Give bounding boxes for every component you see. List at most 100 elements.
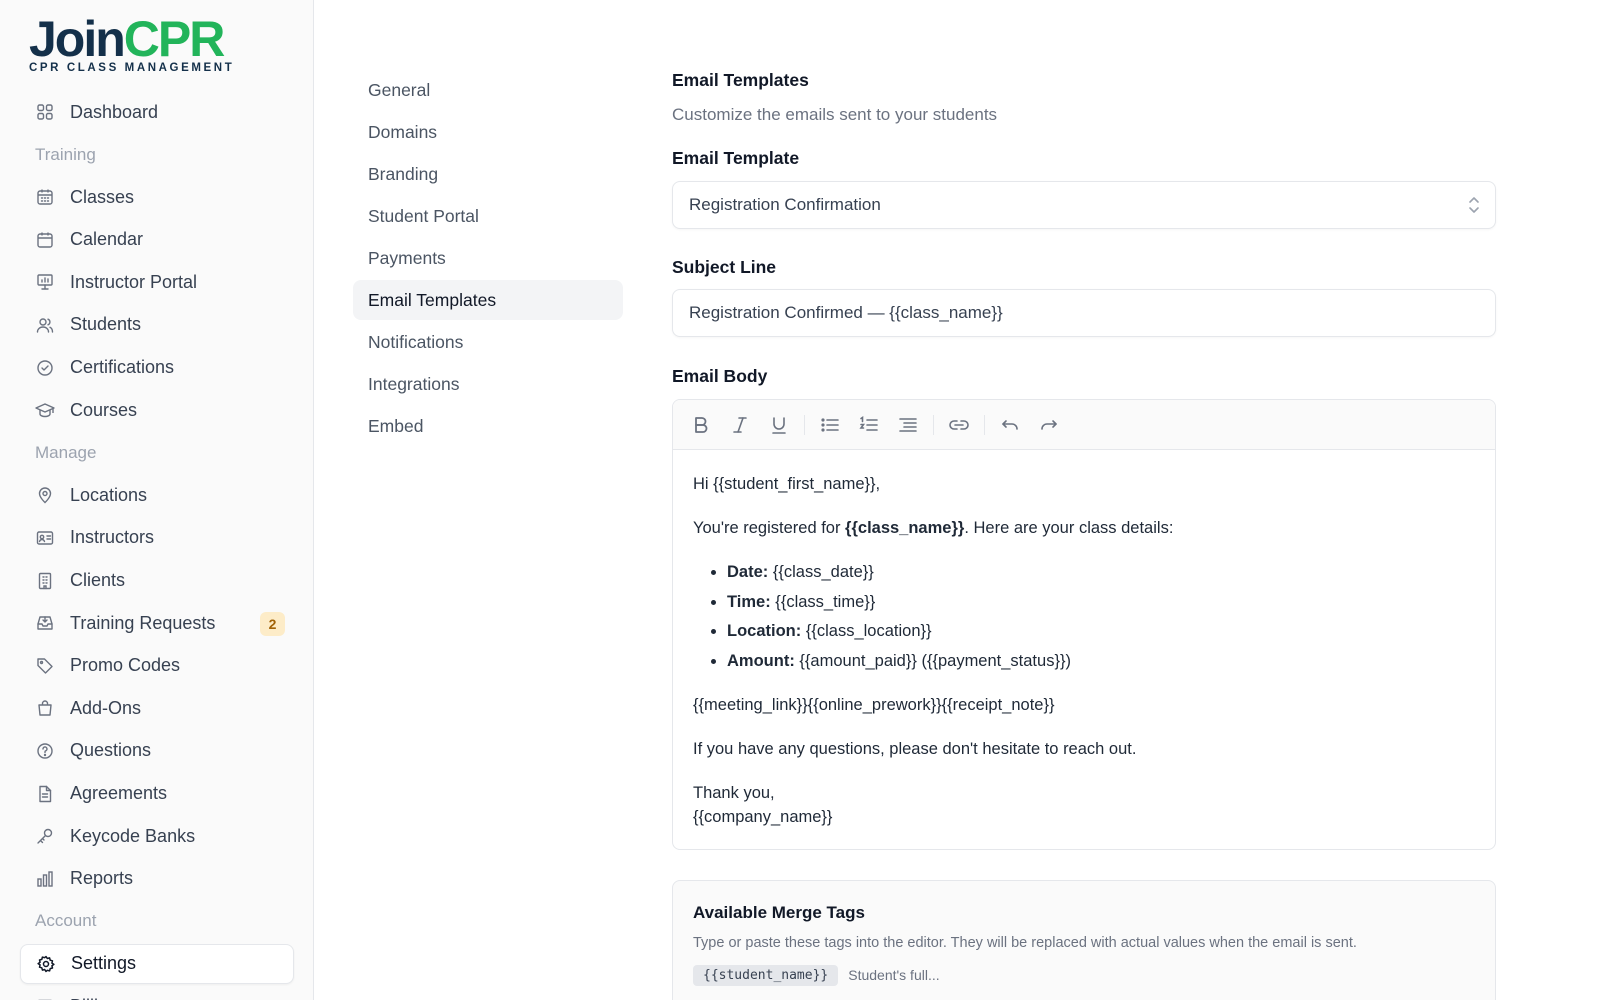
settings-tab-domains[interactable]: Domains	[353, 112, 623, 152]
nav-section-manage: Manage	[35, 442, 97, 462]
sidebar-item-courses[interactable]: Courses	[20, 390, 294, 430]
sidebar-item-label: Agreements	[70, 783, 168, 803]
email-template-value: Registration Confirmation	[689, 195, 881, 214]
sidebar-item-label: Settings	[71, 953, 137, 974]
help-circle-icon	[35, 741, 55, 761]
settings-nav: General Domains Branding Student Portal Paym…	[353, 70, 623, 448]
class-detail-item: Date: {{class_date}}	[727, 560, 1475, 584]
email-body-label: Email Body	[672, 366, 768, 386]
section-description: Customize the emails sent to your studen…	[672, 105, 998, 124]
editor-toolbar	[673, 400, 1495, 450]
sidebar-item-label: Locations	[70, 484, 148, 505]
underline-icon[interactable]	[765, 411, 793, 439]
map-pin-icon	[35, 485, 55, 505]
sidebar-item-calendar[interactable]: Calendar	[20, 220, 294, 260]
email-templates-panel: Email Templates Customize the emails sen…	[672, 70, 1496, 1000]
settings-tab-embed[interactable]: Embed	[353, 406, 623, 446]
settings-tab-general[interactable]: General	[353, 70, 623, 110]
sidebar-item-instructor-portal[interactable]: Instructor Portal	[20, 262, 294, 302]
building-icon	[35, 571, 55, 591]
id-card-icon	[35, 528, 55, 548]
email-intro: You're registered for {{class_name}}. He…	[693, 519, 1174, 537]
undo-icon[interactable]	[996, 411, 1024, 439]
sidebar-item-questions[interactable]: Questions	[20, 731, 294, 771]
sidebar-item-label: Classes	[70, 186, 135, 207]
grid-icon	[35, 102, 55, 122]
sidebar-item-add-ons[interactable]: Add-Ons	[20, 688, 294, 728]
bullet-list-icon[interactable]	[816, 411, 844, 439]
class-detail-item: Location: {{class_location}}	[727, 619, 1475, 643]
nav-section-account: Account	[35, 911, 97, 931]
merge-tags-panel: Available Merge Tags Type or paste these…	[672, 879, 1496, 1000]
sidebar-item-label: Calendar	[70, 229, 144, 250]
users-icon	[35, 315, 55, 335]
subject-line-label: Subject Line	[672, 257, 777, 277]
sidebar-item-label: Dashboard	[70, 101, 159, 122]
merge-tag-chip[interactable]: {{student_name}}	[693, 964, 839, 986]
bold-icon[interactable]	[687, 411, 715, 439]
sidebar-item-label: Add-Ons	[70, 697, 142, 718]
sidebar-item-settings[interactable]: Settings	[20, 943, 294, 984]
sidebar-item-keycode-banks[interactable]: Keycode Banks	[20, 816, 294, 856]
sidebar-item-label: Clients	[70, 570, 126, 591]
italic-icon[interactable]	[726, 411, 754, 439]
settings-tab-branding[interactable]: Branding	[353, 154, 623, 194]
calendar-grid-icon	[35, 187, 55, 207]
toolbar-divider	[933, 414, 934, 435]
subject-line-value: Registration Confirmed — {{class_name}}	[689, 303, 1003, 322]
email-body-content[interactable]: Hi {{student_first_name}}, You're regist…	[673, 450, 1495, 849]
sidebar-item-agreements[interactable]: Agreements	[20, 774, 294, 814]
merge-tags-title: Available Merge Tags	[693, 902, 865, 922]
class-detail-item: Time: {{class_time}}	[727, 590, 1475, 614]
key-icon	[35, 826, 55, 846]
graduation-cap-icon	[35, 400, 55, 420]
email-signoff: Thank you, {{company_name}}	[693, 783, 833, 826]
settings-tab-notifications[interactable]: Notifications	[353, 322, 623, 362]
email-template-select[interactable]: Registration Confirmation	[672, 181, 1496, 229]
logo-wordmark: JoinCPR	[29, 11, 225, 67]
sidebar-item-classes[interactable]: Classes	[20, 177, 294, 217]
main-nav: Dashboard Training Classes Calendar Instruct…	[20, 92, 294, 1000]
sidebar-item-label: Training Requests	[70, 612, 216, 633]
settings-tab-integrations[interactable]: Integrations	[353, 364, 623, 404]
settings-tab-student-portal[interactable]: Student Portal	[353, 196, 623, 236]
settings-tab-email-templates[interactable]: Email Templates	[353, 280, 623, 320]
calendar-icon	[35, 230, 55, 250]
sidebar-item-label: Certifications	[70, 357, 175, 378]
subject-line-input[interactable]: Registration Confirmed — {{class_name}}	[672, 289, 1496, 337]
merge-tag-row: {{student_name}} Student's full...	[693, 964, 1475, 986]
credit-card-icon	[35, 996, 55, 1000]
numbered-list-icon[interactable]	[855, 411, 883, 439]
tag-icon	[35, 656, 55, 676]
redo-icon[interactable]	[1035, 411, 1063, 439]
sidebar-item-training-requests[interactable]: Training Requests 2	[20, 603, 294, 643]
class-details-list: Date: {{class_date}} Time: {{class_time}}…	[727, 560, 1475, 673]
inbox-icon	[35, 613, 55, 633]
link-icon[interactable]	[945, 411, 973, 439]
sidebar-item-certifications[interactable]: Certifications	[20, 348, 294, 388]
merge-tag-description: Student's full...	[848, 967, 940, 983]
presentation-icon	[35, 272, 55, 292]
sidebar-item-clients[interactable]: Clients	[20, 561, 294, 601]
toolbar-divider	[984, 414, 985, 435]
settings-tab-payments[interactable]: Payments	[353, 238, 623, 278]
sidebar-item-billing[interactable]: Billing	[20, 986, 294, 1000]
sidebar-item-label: Keycode Banks	[70, 825, 196, 846]
sidebar: JoinCPR CPR CLASS MANAGEMENT Dashboard Tr…	[0, 0, 314, 1000]
sidebar-item-dashboard[interactable]: Dashboard	[20, 92, 294, 132]
file-text-icon	[35, 784, 55, 804]
sidebar-item-students[interactable]: Students	[20, 305, 294, 345]
sidebar-item-promo-codes[interactable]: Promo Codes	[20, 646, 294, 686]
sidebar-item-instructors[interactable]: Instructors	[20, 518, 294, 558]
sidebar-item-label: Courses	[70, 399, 138, 420]
sidebar-item-reports[interactable]: Reports	[20, 859, 294, 899]
logo[interactable]: JoinCPR CPR CLASS MANAGEMENT	[29, 14, 234, 74]
email-greeting: Hi {{student_first_name}},	[693, 475, 881, 493]
logo-tagline: CPR CLASS MANAGEMENT	[29, 62, 235, 74]
sidebar-item-locations[interactable]: Locations	[20, 475, 294, 515]
section-title: Email Templates	[672, 70, 809, 90]
indent-icon[interactable]	[894, 411, 922, 439]
email-body-editor[interactable]: Hi {{student_first_name}}, You're regist…	[672, 399, 1496, 850]
sidebar-item-label: Questions	[70, 740, 152, 761]
sidebar-item-label: Billing	[70, 996, 118, 1000]
